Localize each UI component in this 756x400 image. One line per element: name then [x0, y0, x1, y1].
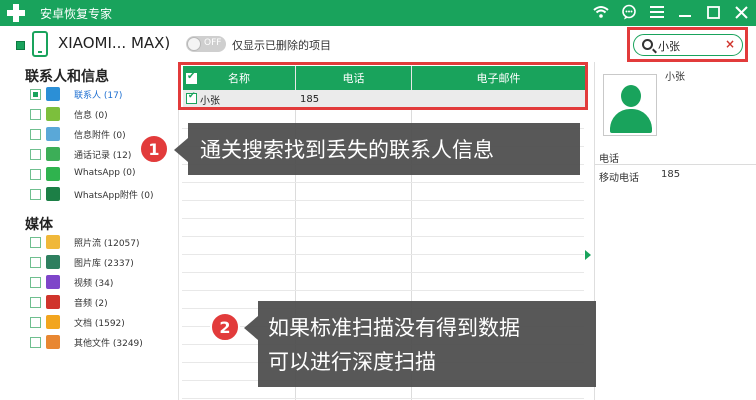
- detail-name: 小张: [665, 72, 685, 83]
- category-checkbox[interactable]: [30, 169, 41, 180]
- chat-icon[interactable]: [620, 3, 638, 21]
- person-icon: [621, 85, 641, 107]
- sidebar-item-photo-stream[interactable]: 照片流 (12057): [30, 234, 176, 252]
- sidebar-item-contacts[interactable]: 联系人 (17): [30, 86, 176, 104]
- detail-divider: [595, 164, 756, 165]
- table-row-divider: [182, 182, 584, 183]
- sidebar-item-gallery[interactable]: 图片库 (2337): [30, 254, 176, 272]
- minimize-icon[interactable]: [676, 3, 694, 21]
- sidebar-item-label: WhatsApp (0): [74, 168, 136, 178]
- table-row-divider: [182, 218, 584, 219]
- menu-icon[interactable]: [648, 3, 666, 21]
- sidebar-item-video[interactable]: 视频 (34): [30, 274, 176, 292]
- toggle-knob: [187, 37, 201, 51]
- device-checkbox[interactable]: [16, 41, 25, 50]
- expand-panel-icon[interactable]: [585, 250, 591, 260]
- callout-2-text-line2: 可以进行深度扫描: [268, 350, 436, 374]
- photo-stream-icon: [46, 235, 60, 249]
- sidebar-item-audio[interactable]: 音频 (2): [30, 294, 176, 312]
- contact-detail-panel: 小张 电话 移动电话 185: [594, 62, 756, 400]
- other-files-icon: [46, 335, 60, 349]
- category-sidebar: 联系人和信息 联系人 (17) 信息 (0) 信息附件 (0) 通话记录 (12) Wh…: [0, 62, 178, 400]
- avatar: [603, 74, 657, 136]
- document-icon: [46, 315, 60, 329]
- category-checkbox[interactable]: [30, 277, 41, 288]
- sidebar-item-label: 照片流 (12057): [74, 239, 140, 249]
- sidebar-item-label: 音频 (2): [74, 299, 108, 309]
- close-icon[interactable]: [732, 3, 750, 21]
- maximize-icon[interactable]: [704, 3, 722, 21]
- category-checkbox[interactable]: [30, 149, 41, 160]
- whatsapp-icon: [46, 167, 60, 181]
- deleted-only-label: 仅显示已删除的项目: [232, 39, 331, 52]
- device-name: XIAOMI... MAX): [58, 34, 171, 52]
- table-row-divider: [182, 200, 584, 201]
- sidebar-item-label: 视频 (34): [74, 279, 114, 289]
- callout-pointer-1: [174, 138, 188, 162]
- callout-pointer-2: [244, 316, 258, 340]
- category-checkbox[interactable]: [30, 237, 41, 248]
- titlebar-controls: [592, 3, 750, 21]
- category-checkbox[interactable]: [30, 317, 41, 328]
- table-row-divider: [182, 272, 584, 273]
- sidebar-item-label: 图片库 (2337): [74, 259, 134, 269]
- category-checkbox[interactable]: [30, 297, 41, 308]
- sidebar-item-label: 通话记录 (12): [74, 151, 132, 161]
- callout-2-text-line1: 如果标准扫描没有得到数据: [268, 316, 520, 340]
- category-checkbox[interactable]: [30, 89, 41, 100]
- deleted-only-toggle[interactable]: OFF: [186, 36, 226, 52]
- callout-1: 通关搜索找到丢失的联系人信息: [188, 123, 580, 175]
- sidebar-item-message[interactable]: 信息 (0): [30, 106, 176, 124]
- wifi-icon[interactable]: [592, 3, 610, 21]
- app-window: 安卓恢复专家 XIAOMI... MAX) OFF 仅显示已删除的项目 小张 ×…: [0, 0, 756, 400]
- category-checkbox[interactable]: [30, 257, 41, 268]
- table-row-divider: [182, 236, 584, 237]
- category-checkbox[interactable]: [30, 109, 41, 120]
- result-highlight-box: [178, 62, 588, 110]
- phone-icon: [32, 31, 48, 57]
- app-logo-icon: [7, 4, 25, 22]
- sidebar-item-document[interactable]: 文档 (1592): [30, 314, 176, 332]
- table-row-divider: [182, 398, 584, 399]
- attachment-icon: [46, 127, 60, 141]
- detail-phone-type: 移动电话: [599, 173, 639, 184]
- app-title: 安卓恢复专家: [40, 7, 113, 21]
- search-highlight-box: [627, 27, 748, 62]
- callout-2: 如果标准扫描没有得到数据 可以进行深度扫描: [258, 301, 596, 387]
- category-checkbox[interactable]: [30, 337, 41, 348]
- table-row-divider: [182, 254, 584, 255]
- detail-section-phone: 电话: [599, 154, 619, 165]
- toggle-state: OFF: [204, 38, 222, 48]
- sidebar-item-label: 文档 (1592): [74, 319, 125, 329]
- category-checkbox[interactable]: [30, 129, 41, 140]
- sidebar-item-label: 其他文件 (3249): [74, 339, 143, 349]
- sidebar-item-other-files[interactable]: 其他文件 (3249): [30, 334, 176, 352]
- sidebar-item-label: 信息附件 (0): [74, 131, 126, 141]
- sidebar-item-whatsapp[interactable]: WhatsApp (0): [30, 166, 176, 184]
- title-bar: 安卓恢复专家: [0, 0, 756, 26]
- call-log-icon: [46, 147, 60, 161]
- contacts-section-title: 联系人和信息: [25, 69, 109, 85]
- sidebar-item-label: 信息 (0): [74, 111, 108, 121]
- whatsapp-attachment-icon: [46, 187, 60, 201]
- media-section-title: 媒体: [25, 217, 53, 233]
- table-row-divider: [182, 290, 584, 291]
- audio-icon: [46, 295, 60, 309]
- person-body-icon: [610, 109, 652, 133]
- sidebar-item-label: 联系人 (17): [74, 91, 123, 101]
- category-checkbox[interactable]: [30, 189, 41, 200]
- callout-badge-1: 1: [139, 134, 169, 164]
- detail-phone-number: 185: [661, 169, 681, 180]
- sidebar-item-whatsapp-attachment[interactable]: WhatsApp附件 (0): [30, 186, 176, 204]
- contacts-icon: [46, 87, 60, 101]
- callout-badge-2: 2: [210, 312, 240, 342]
- sidebar-item-label: WhatsApp附件 (0): [74, 191, 154, 201]
- video-icon: [46, 275, 60, 289]
- gallery-icon: [46, 255, 60, 269]
- message-icon: [46, 107, 60, 121]
- callout-1-text: 通关搜索找到丢失的联系人信息: [200, 138, 494, 162]
